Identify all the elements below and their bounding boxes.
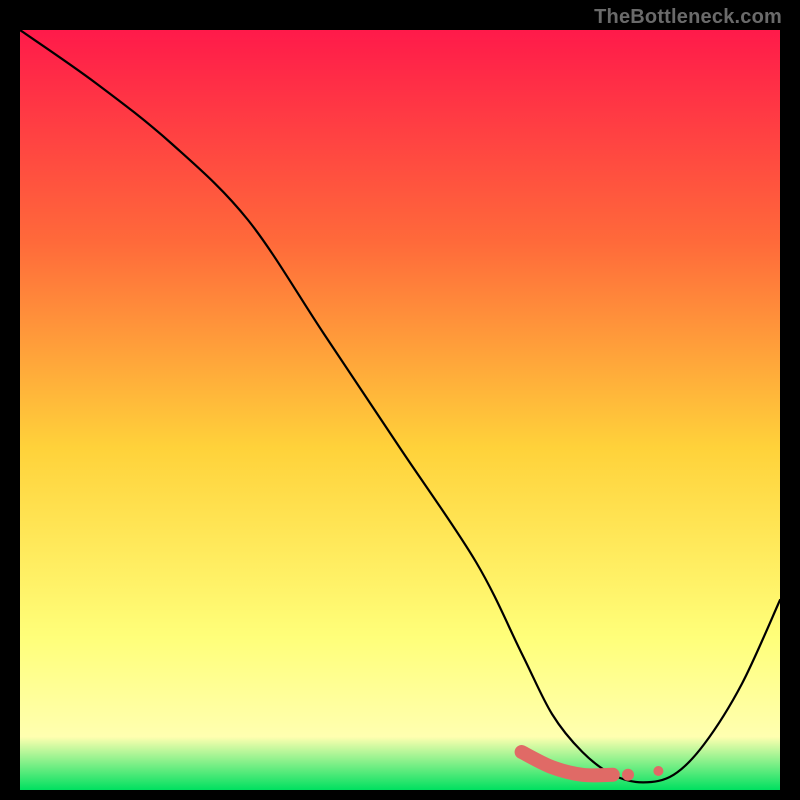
optimal-dot (653, 766, 663, 776)
gradient-background (20, 30, 780, 790)
optimal-dot (622, 769, 634, 781)
chart-frame (20, 30, 780, 790)
chart-svg (20, 30, 780, 790)
watermark-text: TheBottleneck.com (594, 6, 782, 29)
